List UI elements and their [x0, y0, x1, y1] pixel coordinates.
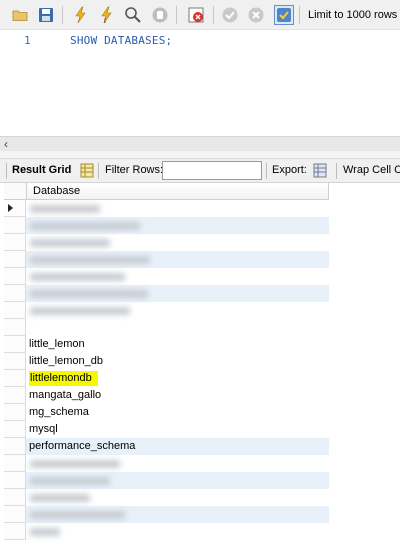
redacted-row[interactable]	[26, 523, 329, 540]
row-header[interactable]	[4, 404, 26, 421]
row-header[interactable]	[4, 506, 26, 523]
redacted-row[interactable]	[26, 489, 329, 506]
row-header[interactable]	[4, 251, 26, 268]
table-row-little-lemon[interactable]: little_lemon	[26, 336, 329, 353]
redacted-row[interactable]	[26, 506, 329, 523]
current-row-marker-icon	[8, 204, 13, 212]
line-number: 1	[24, 34, 31, 47]
grid-corner[interactable]	[4, 183, 26, 200]
sql-editor[interactable]: 1 SHOW DATABASES;	[0, 30, 400, 138]
result-toolbar: Result Grid Filter Rows: Export: Wrap Ce…	[0, 159, 400, 183]
redacted-row[interactable]	[26, 302, 329, 319]
row-header[interactable]	[4, 268, 26, 285]
autocommit-icon[interactable]	[274, 5, 294, 25]
row-header[interactable]	[4, 302, 26, 319]
row-header[interactable]	[4, 472, 26, 489]
redacted-row[interactable]	[26, 268, 329, 285]
row-header[interactable]	[4, 523, 26, 540]
grid-view-icon[interactable]	[80, 163, 94, 178]
editor-horizontal-scrollbar[interactable]: ‹	[0, 136, 400, 151]
redacted-row[interactable]	[26, 455, 329, 472]
save-icon[interactable]	[36, 5, 56, 25]
row-header[interactable]	[4, 455, 26, 472]
export-icon[interactable]	[313, 163, 327, 178]
result-grid[interactable]: Database little_lemon little_lemon_db li…	[0, 183, 400, 549]
limit-rows-select[interactable]: Limit to 1000 rows	[302, 6, 400, 25]
row-header[interactable]	[4, 438, 26, 455]
redacted-row[interactable]	[26, 251, 329, 268]
row-header[interactable]	[4, 200, 26, 217]
execute-icon[interactable]	[71, 5, 91, 25]
table-row-mysql[interactable]: mysql	[26, 421, 329, 438]
svg-text:I: I	[104, 18, 106, 24]
column-header-database[interactable]: Database	[26, 183, 329, 200]
filter-rows-label: Filter Rows:	[105, 164, 164, 176]
row-header[interactable]	[4, 319, 26, 336]
highlighted-cell: littlelemondb	[29, 371, 98, 386]
table-row-littlelemondb[interactable]: littlelemondb	[26, 370, 329, 387]
export-label: Export:	[272, 164, 307, 176]
redacted-row[interactable]	[26, 217, 329, 234]
redacted-row[interactable]	[26, 285, 329, 302]
row-header[interactable]	[4, 336, 26, 353]
row-header[interactable]	[4, 285, 26, 302]
table-row-mg-schema[interactable]: mg_schema	[26, 404, 329, 421]
redacted-row[interactable]	[26, 234, 329, 251]
open-folder-icon[interactable]	[10, 5, 30, 25]
rollback-icon[interactable]	[246, 5, 266, 25]
table-row-performance-schema[interactable]: performance_schema	[26, 438, 329, 455]
row-header[interactable]	[4, 387, 26, 404]
wrap-cell-content-label[interactable]: Wrap Cell Co	[343, 164, 400, 176]
filter-rows-input[interactable]	[162, 161, 262, 180]
scroll-left-arrow-icon[interactable]: ‹	[4, 137, 8, 151]
result-grid-tab[interactable]: Result Grid	[12, 164, 71, 176]
sql-code-line[interactable]: SHOW DATABASES;	[70, 34, 172, 47]
row-header[interactable]	[4, 421, 26, 438]
table-row-mangata-gallo[interactable]: mangata_gallo	[26, 387, 329, 404]
row-header[interactable]	[4, 234, 26, 251]
explain-icon[interactable]	[123, 5, 143, 25]
toggle-error-icon[interactable]	[186, 5, 206, 25]
row-header[interactable]	[4, 217, 26, 234]
commit-icon[interactable]	[220, 5, 240, 25]
stop-icon[interactable]	[150, 5, 170, 25]
row-header[interactable]	[4, 370, 26, 387]
execute-current-icon[interactable]: I	[97, 5, 117, 25]
row-header[interactable]	[4, 353, 26, 370]
panel-splitter[interactable]	[0, 151, 400, 159]
redacted-row[interactable]	[26, 200, 329, 217]
redacted-row[interactable]	[26, 472, 329, 489]
table-row-little-lemon-db[interactable]: little_lemon_db	[26, 353, 329, 370]
row-header-column	[4, 200, 26, 549]
row-header[interactable]	[4, 489, 26, 506]
sql-editor-toolbar: I Limit to 1000 rows	[0, 0, 400, 30]
